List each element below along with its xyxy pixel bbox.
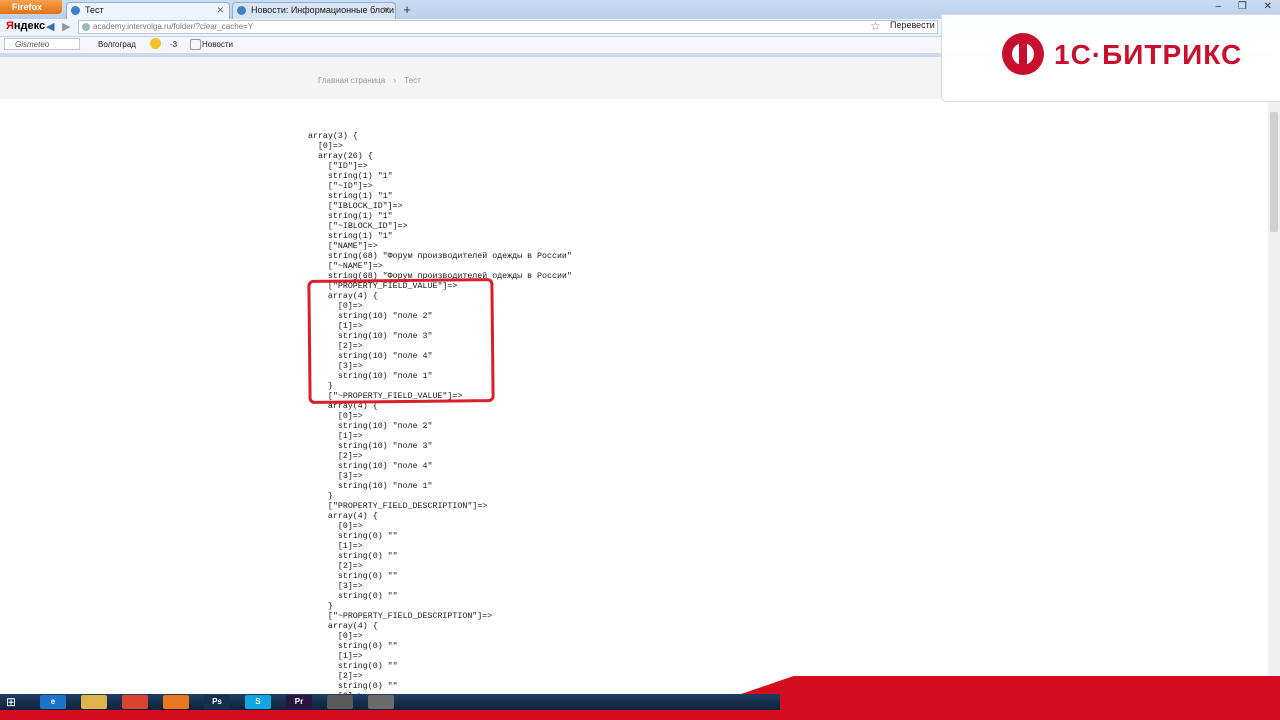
internet-explorer-icon[interactable]: e — [40, 695, 66, 709]
dump-line: string(0) "" — [308, 662, 398, 671]
firefox-menu-button[interactable]: Firefox — [0, 0, 62, 14]
dump-line: string(0) "" — [308, 592, 398, 601]
dump-line: array(26) { — [308, 152, 373, 161]
scrollbar-thumb[interactable] — [1270, 112, 1278, 232]
app-8-icon[interactable] — [327, 695, 353, 709]
minimize-button[interactable]: – — [1216, 1, 1222, 12]
globe-icon — [237, 6, 246, 15]
bitrix-logo-icon — [1002, 33, 1044, 75]
close-window-button[interactable]: ✕ — [1264, 1, 1272, 12]
close-icon[interactable]: ✕ — [216, 3, 224, 18]
dump-line: string(1) "1" — [308, 192, 393, 201]
dump-line: ["~PROPERTY_FIELD_DESCRIPTION"]=> — [308, 612, 493, 621]
dump-line: ["ID"]=> — [308, 162, 368, 171]
dump-line: string(0) "" — [308, 532, 398, 541]
dump-line: [0]=> — [308, 522, 363, 531]
dump-line: [1]=> — [308, 652, 363, 661]
dump-line: [0]=> — [308, 142, 343, 151]
brand-name: 1С·БИТРИКС — [1054, 39, 1243, 70]
dump-line: [1]=> — [308, 542, 363, 551]
firefox-icon[interactable] — [163, 695, 189, 709]
dump-line: string(10) "поле 2" — [308, 422, 433, 431]
dump-line: array(4) { — [308, 512, 378, 521]
dump-line: string(1) "1" — [308, 172, 393, 181]
translate-button[interactable]: Перевести — [890, 20, 935, 30]
bookmark-news[interactable]: Новости — [202, 40, 233, 49]
breadcrumb-current: Тест — [404, 76, 421, 85]
dump-line: ["~ID"]=> — [308, 182, 373, 191]
tab-news[interactable]: Новости: Информационные блоки:... ✕ — [232, 2, 396, 19]
back-arrow-icon[interactable]: ◀ — [46, 20, 54, 33]
dump-line: string(0) "" — [308, 642, 398, 651]
chrome-icon[interactable] — [122, 695, 148, 709]
dump-line: string(10) "поле 4" — [308, 462, 433, 471]
dump-line: array(3) { — [308, 132, 358, 141]
forward-arrow-icon[interactable]: ▶ — [62, 20, 70, 33]
dump-line: string(1) "1" — [308, 212, 393, 221]
tab-label: Тест — [85, 5, 104, 15]
dump-line: string(0) "" — [308, 572, 398, 581]
dump-line: } — [308, 602, 333, 611]
dump-line: ["PROPERTY_FIELD_DESCRIPTION"]=> — [308, 502, 488, 511]
url-text: academy.intervolga.ru/folder/?clear_cach… — [93, 22, 254, 31]
weather-sun-icon — [150, 38, 161, 49]
bookmark-star-icon[interactable]: ☆ — [870, 19, 881, 33]
dump-line: [3]=> — [308, 472, 363, 481]
dump-line: [1]=> — [308, 432, 363, 441]
news-icon — [190, 39, 201, 50]
globe-icon — [71, 6, 80, 15]
app-9-icon[interactable] — [368, 695, 394, 709]
dump-line: [3]=> — [308, 582, 363, 591]
tab-test[interactable]: Тест ✕ — [66, 2, 230, 19]
skype-icon[interactable]: S — [245, 695, 271, 709]
dump-line: } — [308, 492, 333, 501]
dump-line: array(4) { — [308, 622, 378, 631]
dump-line: ["NAME"]=> — [308, 242, 378, 251]
premiere-icon[interactable]: Pr — [286, 695, 312, 709]
breadcrumb-separator: › — [393, 76, 397, 85]
dump-line: string(0) "" — [308, 682, 398, 691]
dump-line: ["~NAME"]=> — [308, 262, 383, 271]
window-controls: – ❐ ✕ — [1202, 1, 1272, 12]
dump-line: string(0) "" — [308, 552, 398, 561]
start-button[interactable]: ⊞ — [6, 695, 24, 709]
dump-line: string(68) "Форум производителей одежды … — [308, 252, 572, 261]
var-dump-output: array(3) { [0]=> array(26) { ["ID"]=> st… — [308, 132, 572, 712]
tab-label: Новости: Информационные блоки:... — [251, 5, 396, 15]
gismeteo-search-input[interactable]: Gismeteo — [4, 38, 80, 50]
dump-line: [0]=> — [308, 412, 363, 421]
yandex-logo[interactable]: Яндекс — [6, 20, 45, 32]
breadcrumb: Главная страница › Тест — [318, 76, 427, 85]
dump-line: string(10) "поле 3" — [308, 442, 433, 451]
maximize-button[interactable]: ❐ — [1238, 1, 1247, 12]
photoshop-icon[interactable]: Ps — [204, 695, 230, 709]
dump-line: string(10) "поле 1" — [308, 482, 433, 491]
globe-icon — [82, 23, 90, 31]
dump-line: [2]=> — [308, 562, 363, 571]
dump-line: ["IBLOCK_ID"]=> — [308, 202, 403, 211]
dump-line: string(1) "1" — [308, 232, 393, 241]
breadcrumb-home-link[interactable]: Главная страница — [318, 76, 385, 85]
dump-line: [2]=> — [308, 452, 363, 461]
dump-line: [2]=> — [308, 672, 363, 681]
weather-temperature[interactable]: -3 — [170, 40, 177, 49]
windows-taskbar: ⊞ e Ps S Pr — [0, 694, 780, 710]
highlight-annotation-box — [307, 278, 495, 404]
brand-watermark: 1С·БИТРИКС — [941, 14, 1280, 102]
dump-line: [0]=> — [308, 632, 363, 641]
dump-line: ["~IBLOCK_ID"]=> — [308, 222, 408, 231]
address-bar[interactable]: academy.intervolga.ru/folder/?clear_cach… — [78, 20, 938, 34]
new-tab-button[interactable]: + — [398, 3, 416, 18]
file-explorer-icon[interactable] — [81, 695, 107, 709]
close-icon[interactable]: ✕ — [382, 3, 390, 18]
weather-city[interactable]: Волгоград — [98, 40, 136, 49]
